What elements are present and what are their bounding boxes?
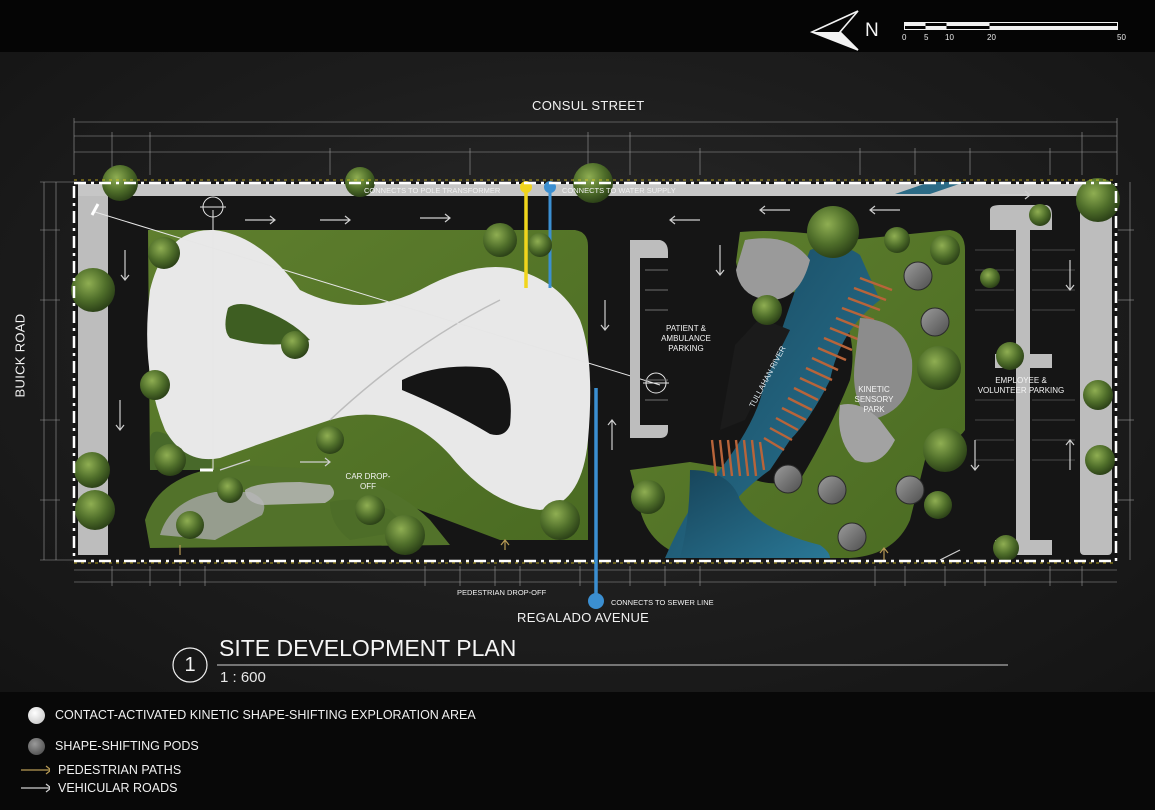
east-walkway bbox=[1080, 205, 1112, 555]
legend-label: VEHICULAR ROADS bbox=[58, 781, 178, 795]
street-consul: CONSUL STREET bbox=[532, 98, 645, 113]
gray-circle-icon bbox=[28, 737, 45, 755]
label-patient-parking: PATIENT & AMBULANCE PARKING bbox=[661, 324, 711, 353]
title-number: 1 bbox=[184, 654, 196, 676]
street-regalado: REGALADO AVENUE bbox=[517, 610, 650, 625]
street-buick: BUICK ROAD bbox=[12, 313, 28, 398]
legend-item-exploration-area: CONTACT-ACTIVATED KINETIC SHAPE-SHIFTING… bbox=[28, 705, 476, 725]
title-scale: 1 : 600 bbox=[220, 669, 266, 686]
label-pole-transformer: CONNECTS TO POLE TRANSFORMER bbox=[364, 186, 501, 195]
legend-label: CONTACT-ACTIVATED KINETIC SHAPE-SHIFTING… bbox=[55, 708, 476, 722]
pod-strip-center bbox=[245, 482, 334, 505]
legend-label: PEDESTRIAN PATHS bbox=[58, 763, 182, 777]
label-water-supply: CONNECTS TO WATER SUPPLY bbox=[562, 186, 676, 195]
sewer-line-node bbox=[588, 593, 604, 609]
legend-item-vehicular-roads: VEHICULAR ROADS bbox=[20, 778, 177, 798]
vehicle-arrow-icon bbox=[21, 783, 50, 793]
label-car-dropoff: CAR DROP-OFF bbox=[345, 472, 391, 491]
label-sewer-line: CONNECTS TO SEWER LINE bbox=[611, 598, 714, 607]
label-kinetic-sensory-park: KINETIC SENSORY PARK bbox=[854, 385, 894, 414]
page-title: SITE DEVELOPMENT PLAN bbox=[219, 635, 517, 661]
white-circle-icon bbox=[28, 706, 45, 724]
legend-item-pods: SHAPE-SHIFTING PODS bbox=[28, 736, 199, 756]
label-pedestrian-dropoff: PEDESTRIAN DROP-OFF bbox=[457, 588, 547, 597]
pedestrian-arrow-icon bbox=[21, 765, 50, 775]
legend-label: SHAPE-SHIFTING PODS bbox=[55, 739, 199, 753]
legend-item-pedestrian-paths: PEDESTRIAN PATHS bbox=[20, 760, 181, 780]
label-employee-parking: EMPLOYEE & VOLUNTEER PARKING bbox=[977, 376, 1065, 395]
